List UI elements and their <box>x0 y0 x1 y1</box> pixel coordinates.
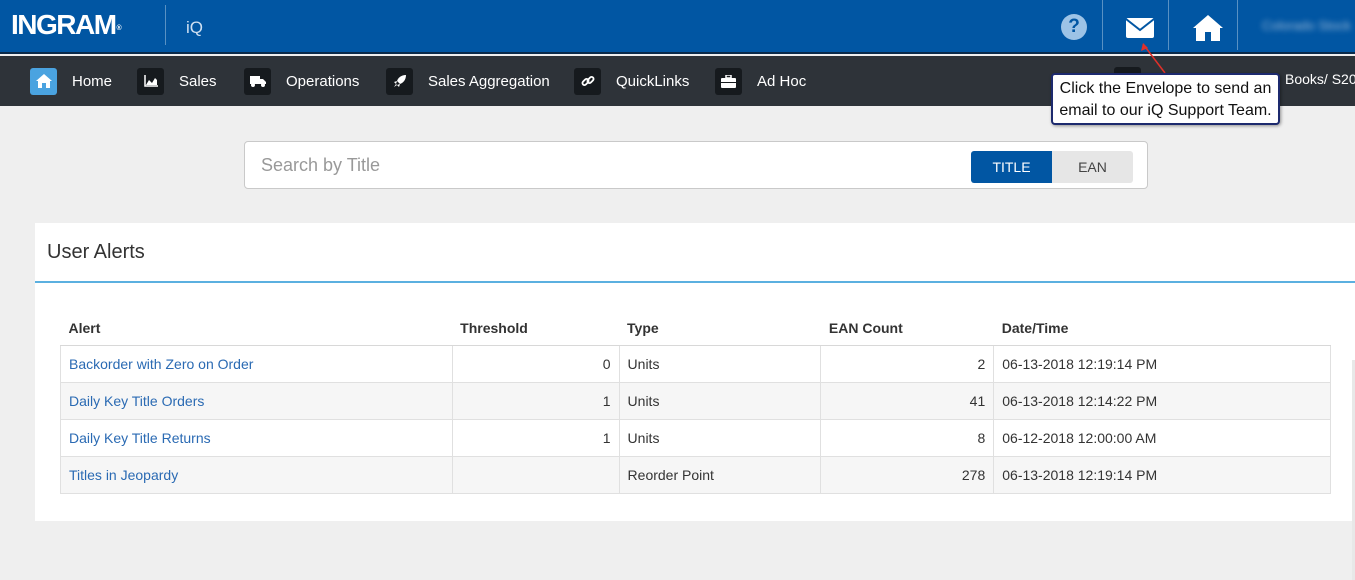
threshold-cell: 1 <box>451 418 620 457</box>
link-icon <box>574 67 601 95</box>
nav-item-sales-aggregation[interactable]: Sales Aggregation <box>386 67 550 95</box>
account-selector[interactable]: Books/ S20 <box>1285 71 1355 87</box>
alert-link[interactable]: Daily Key Title Returns <box>69 430 211 446</box>
briefcase-icon <box>715 67 742 95</box>
nav-label: Ad Hoc <box>757 72 807 90</box>
chart-icon <box>137 67 164 95</box>
envelope-icon[interactable] <box>1126 18 1154 38</box>
threshold-cell: 0 <box>451 344 620 383</box>
column-header-datetime[interactable]: Date/Time <box>993 312 1331 346</box>
ean-count-cell: 278 <box>820 455 995 494</box>
type-cell: Units <box>618 344 822 383</box>
datetime-cell: 06-13-2018 12:19:14 PM <box>993 455 1331 494</box>
header-divider <box>1168 0 1169 50</box>
alert-cell: Daily Key Title Orders <box>60 381 453 420</box>
app-name: iQ <box>186 18 203 37</box>
nav-label: Sales <box>179 72 217 90</box>
datetime-cell: 06-13-2018 12:19:14 PM <box>993 344 1331 383</box>
nav-label: Operations <box>286 72 360 90</box>
nav-label: QuickLinks <box>616 72 690 90</box>
nav-item-ad-hoc[interactable]: Ad Hoc <box>715 67 806 95</box>
nav-item-home[interactable]: Home <box>30 67 112 95</box>
help-icon[interactable]: ? <box>1061 14 1087 40</box>
type-cell: Reorder Point <box>618 455 822 494</box>
user-alerts-panel: User Alerts Alert Threshold Type EAN Cou… <box>35 223 1355 521</box>
nav-label: Sales Aggregation <box>428 72 550 90</box>
threshold-cell <box>451 455 620 494</box>
table-row: Daily Key Title Returns 1 Units 8 06-12-… <box>60 418 1331 457</box>
rocket-icon <box>386 67 413 95</box>
ean-count-cell: 2 <box>820 344 995 383</box>
top-header: INGRAM® iQ ? Colorado Stock <box>0 0 1355 54</box>
datetime-cell: 06-13-2018 12:14:22 PM <box>993 381 1331 420</box>
table-row: Daily Key Title Orders 1 Units 41 06-13-… <box>60 381 1331 420</box>
nav-item-quicklinks[interactable]: QuickLinks <box>574 67 689 95</box>
type-cell: Units <box>618 418 822 457</box>
type-cell: Units <box>618 381 822 420</box>
logo-divider <box>165 5 166 45</box>
table-row: Titles in Jeopardy Reorder Point 278 06-… <box>60 455 1331 494</box>
panel-title: User Alerts <box>47 241 145 263</box>
header-divider <box>1237 0 1238 50</box>
alert-cell: Backorder with Zero on Order <box>60 344 453 383</box>
search-by-ean-button[interactable]: EAN <box>1052 151 1133 183</box>
panel-divider <box>35 281 1355 283</box>
alert-cell: Daily Key Title Returns <box>60 418 453 457</box>
datetime-cell: 06-12-2018 12:00:00 AM <box>993 418 1331 457</box>
nav-label: Home <box>72 72 113 90</box>
callout-line-2: email to our iQ Support Team. <box>1059 102 1272 119</box>
alerts-table: Alert Threshold Type EAN Count Date/Time… <box>60 312 1331 494</box>
column-header-ean-count[interactable]: EAN Count <box>820 312 994 346</box>
envelope-callout: Click the Envelope to send an email to o… <box>1051 73 1280 125</box>
nav-item-sales[interactable]: Sales <box>137 67 217 95</box>
user-name[interactable]: Colorado Stock <box>1262 18 1351 33</box>
callout-line-1: Click the Envelope to send an <box>1059 80 1272 97</box>
header-divider <box>1102 0 1103 50</box>
search-bar: TITLE EAN <box>244 141 1148 189</box>
alert-link[interactable]: Titles in Jeopardy <box>69 467 178 483</box>
alert-cell: Titles in Jeopardy <box>60 455 453 494</box>
ingram-logo[interactable]: INGRAM® <box>11 9 122 41</box>
table-row: Backorder with Zero on Order 0 Units 2 0… <box>60 344 1331 383</box>
column-header-type[interactable]: Type <box>619 312 821 346</box>
table-header-row: Alert Threshold Type EAN Count Date/Time <box>60 312 1331 346</box>
column-header-alert[interactable]: Alert <box>60 312 453 346</box>
ean-count-cell: 8 <box>820 418 995 457</box>
home-icon <box>30 67 57 95</box>
nav-item-operations[interactable]: Operations <box>244 67 359 95</box>
column-header-threshold[interactable]: Threshold <box>452 312 620 346</box>
alert-link[interactable]: Daily Key Title Orders <box>69 393 204 409</box>
truck-icon <box>244 67 271 95</box>
home-icon[interactable] <box>1192 14 1224 42</box>
search-by-title-button[interactable]: TITLE <box>971 151 1052 183</box>
ean-count-cell: 41 <box>820 381 995 420</box>
threshold-cell: 1 <box>451 381 620 420</box>
search-input[interactable] <box>251 148 951 182</box>
alert-link[interactable]: Backorder with Zero on Order <box>69 356 253 372</box>
